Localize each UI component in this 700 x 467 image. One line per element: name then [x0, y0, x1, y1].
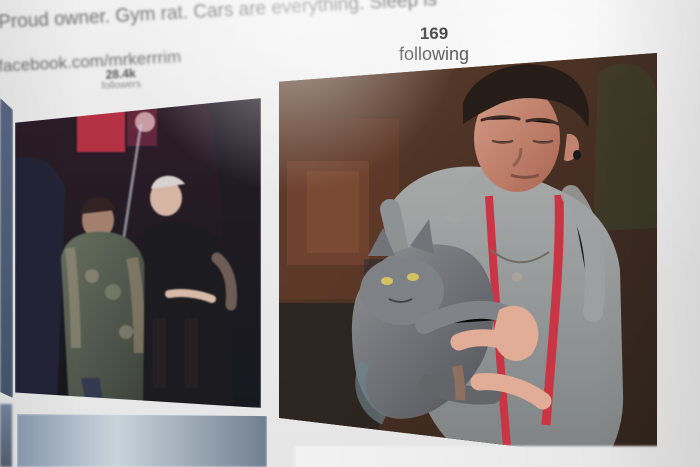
following-label: following [398, 44, 470, 64]
following-count: 169 [419, 24, 449, 43]
following-stat[interactable]: 169 following [386, 24, 482, 64]
partial-photo-bottom-left-edge[interactable] [0, 404, 12, 467]
profile-bio: Proud owner. Gym rat. Cars are everythin… [0, 0, 438, 34]
partial-photo-bottom-left[interactable] [17, 414, 267, 467]
followers-label: followers [101, 78, 142, 93]
partial-photo-bottom-right[interactable] [295, 446, 660, 467]
followers-stat[interactable]: 28.4k followers [91, 66, 150, 93]
partial-photo-left-edge[interactable] [0, 98, 13, 398]
photo-post-right-image [279, 53, 657, 463]
photo-post-left[interactable] [15, 98, 261, 408]
instagram-profile-screen: Proud owner. Gym rat. Cars are everythin… [0, 0, 700, 467]
photo-post-left-image [15, 98, 261, 408]
photo-post-right[interactable] [279, 53, 657, 463]
